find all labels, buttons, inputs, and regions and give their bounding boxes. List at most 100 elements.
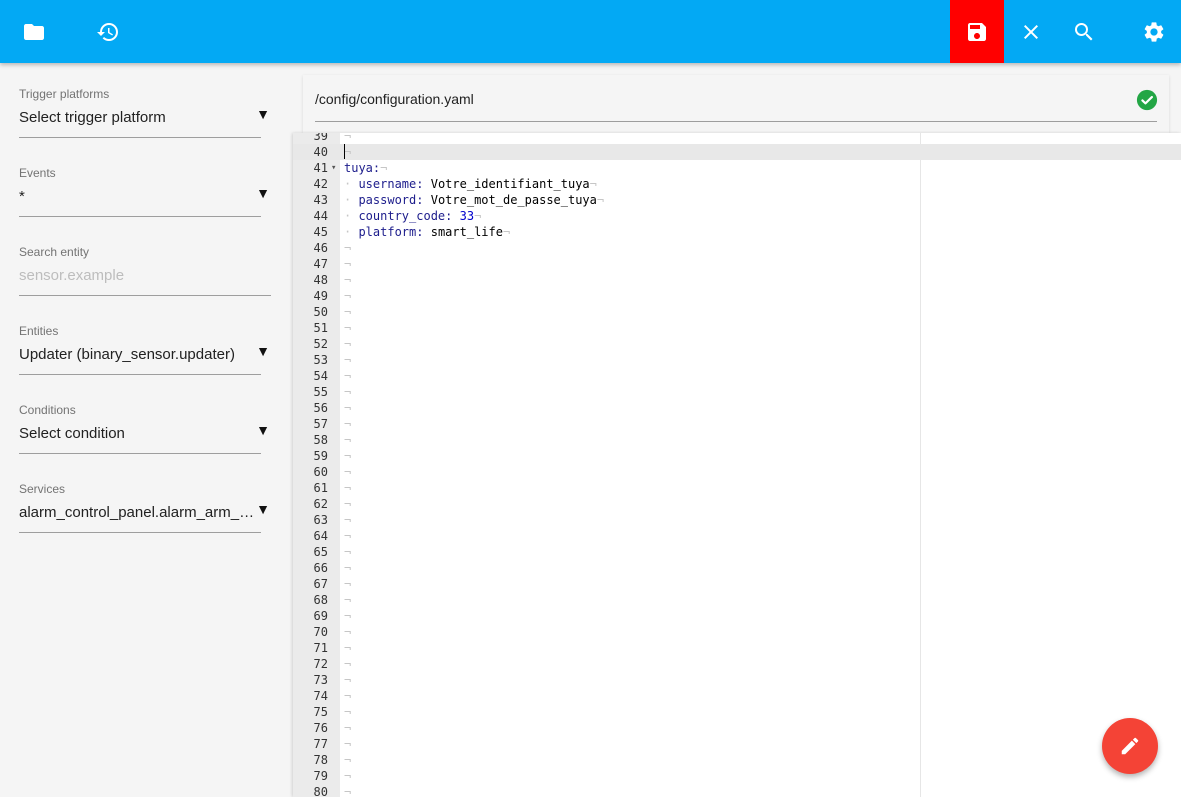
line-number: 54 [313, 369, 328, 383]
eol-marker: ¬ [344, 609, 352, 623]
eol-marker: ¬ [344, 529, 352, 543]
field-underline [19, 453, 261, 454]
line-number: 51 [313, 321, 328, 335]
search-entity-placeholder: sensor.example [19, 267, 125, 284]
code-line: 62 ¬ [293, 496, 1181, 512]
conditions-value: Select condition [19, 425, 125, 442]
code-line: 52 ¬ [293, 336, 1181, 352]
save-button[interactable] [950, 0, 1004, 63]
code-line: 66 ¬ [293, 560, 1181, 576]
dropdown-arrow-icon[interactable]: ▼ [256, 343, 270, 359]
trigger-platform-value: Select trigger platform [19, 109, 166, 126]
eol-marker: ¬ [380, 161, 388, 175]
line-content: ¬ [344, 528, 351, 544]
line-number: 46 [313, 241, 328, 255]
line-content: ¬ [344, 432, 351, 448]
line-number: 63 [313, 513, 328, 527]
code-line: 43 · password: Votre_mot_de_passe_tuya¬ [293, 192, 1181, 208]
yaml-value: smart_life [430, 225, 503, 239]
code-line: 51 ¬ [293, 320, 1181, 336]
field-underline [19, 137, 261, 138]
close-button[interactable] [1007, 0, 1055, 63]
line-number: 76 [313, 721, 328, 735]
line-number: 80 [313, 785, 328, 797]
header-underline [315, 121, 1157, 122]
dropdown-arrow-icon[interactable]: ▼ [256, 106, 270, 122]
eol-marker: ¬ [344, 513, 352, 527]
line-content: ¬ [344, 240, 351, 256]
line-number: 59 [313, 449, 328, 463]
code-line: 80 ¬ [293, 784, 1181, 797]
line-number: 66 [313, 561, 328, 575]
line-number: 45 [313, 225, 328, 239]
services-label: Services [19, 482, 66, 496]
code-line: 67 ¬ [293, 576, 1181, 592]
yaml-value: Votre_identifiant_tuya [430, 177, 590, 191]
settings-button[interactable] [1130, 0, 1178, 63]
line-number: 79 [313, 769, 328, 783]
eol-marker: ¬ [344, 657, 352, 671]
entities-label: Entities [19, 324, 59, 338]
line-number: 49 [313, 289, 328, 303]
line-number: 64 [313, 529, 328, 543]
line-content: · password: Votre_mot_de_passe_tuya¬ [344, 192, 604, 208]
yaml-key: username: [358, 177, 424, 191]
eol-marker: ¬ [344, 753, 352, 767]
line-number: 68 [313, 593, 328, 607]
eol-marker: ¬ [344, 353, 352, 367]
eol-marker: ¬ [502, 225, 511, 239]
code-line: 72 ¬ [293, 656, 1181, 672]
line-content: tuya:¬ [344, 160, 387, 176]
eol-marker: ¬ [344, 273, 352, 287]
eol-marker: ¬ [596, 193, 605, 207]
code-line: 54 ¬ [293, 368, 1181, 384]
check-circle-icon [1136, 89, 1158, 111]
line-content: ¬ [344, 464, 351, 480]
line-number: 43 [313, 193, 328, 207]
line-number: 44 [313, 209, 328, 223]
line-content: ¬ [344, 608, 351, 624]
edit-fab-button[interactable] [1102, 718, 1158, 774]
eol-marker: ¬ [344, 625, 352, 639]
dropdown-arrow-icon[interactable]: ▼ [256, 422, 270, 438]
line-content: · username: Votre_identifiant_tuya¬ [344, 176, 597, 192]
search-button[interactable] [1060, 0, 1108, 63]
code-line: 49 ¬ [293, 288, 1181, 304]
line-number: 47 [313, 257, 328, 271]
line-content: ¬ [344, 704, 351, 720]
eol-marker: ¬ [344, 705, 352, 719]
eol-marker: ¬ [344, 641, 352, 655]
line-content: ¬ [344, 624, 351, 640]
dropdown-arrow-icon[interactable]: ▼ [256, 185, 270, 201]
code-line: 69 ¬ [293, 608, 1181, 624]
line-content: ¬ [344, 768, 351, 784]
pencil-icon [1121, 737, 1139, 755]
folder-button[interactable] [10, 0, 58, 63]
line-number: 78 [313, 753, 328, 767]
code-line: 76 ¬ [293, 720, 1181, 736]
code-line: 77 ¬ [293, 736, 1181, 752]
field-underline [19, 295, 271, 296]
code-line: 48 ¬ [293, 272, 1181, 288]
code-line: 40 ¬ [293, 144, 1181, 160]
line-content: ¬ [344, 784, 351, 797]
line-content: ¬ [344, 256, 351, 272]
eol-marker: ¬ [344, 133, 352, 143]
dropdown-arrow-icon[interactable]: ▼ [256, 501, 270, 517]
line-number: 39 [313, 133, 328, 143]
history-button[interactable] [84, 0, 132, 63]
line-number: 65 [313, 545, 328, 559]
events-value: * [19, 188, 25, 205]
code-line: 70 ¬ [293, 624, 1181, 640]
eol-marker: ¬ [344, 417, 352, 431]
yaml-value: Votre_mot_de_passe_tuya [430, 193, 597, 207]
eol-marker: ¬ [344, 257, 352, 271]
code-editor[interactable]: 39 ¬ 40 ¬ 41 ▾ tuya:¬ 42 · username: Votre_ident… [293, 133, 1181, 797]
indent-marker: · [344, 209, 359, 223]
line-content: ¬ [344, 576, 351, 592]
history-icon [97, 22, 118, 41]
code-line: 42 · username: Votre_identifiant_tuya¬ [293, 176, 1181, 192]
save-icon [968, 22, 986, 41]
line-content: ¬ [344, 272, 351, 288]
eol-marker: ¬ [344, 561, 352, 575]
